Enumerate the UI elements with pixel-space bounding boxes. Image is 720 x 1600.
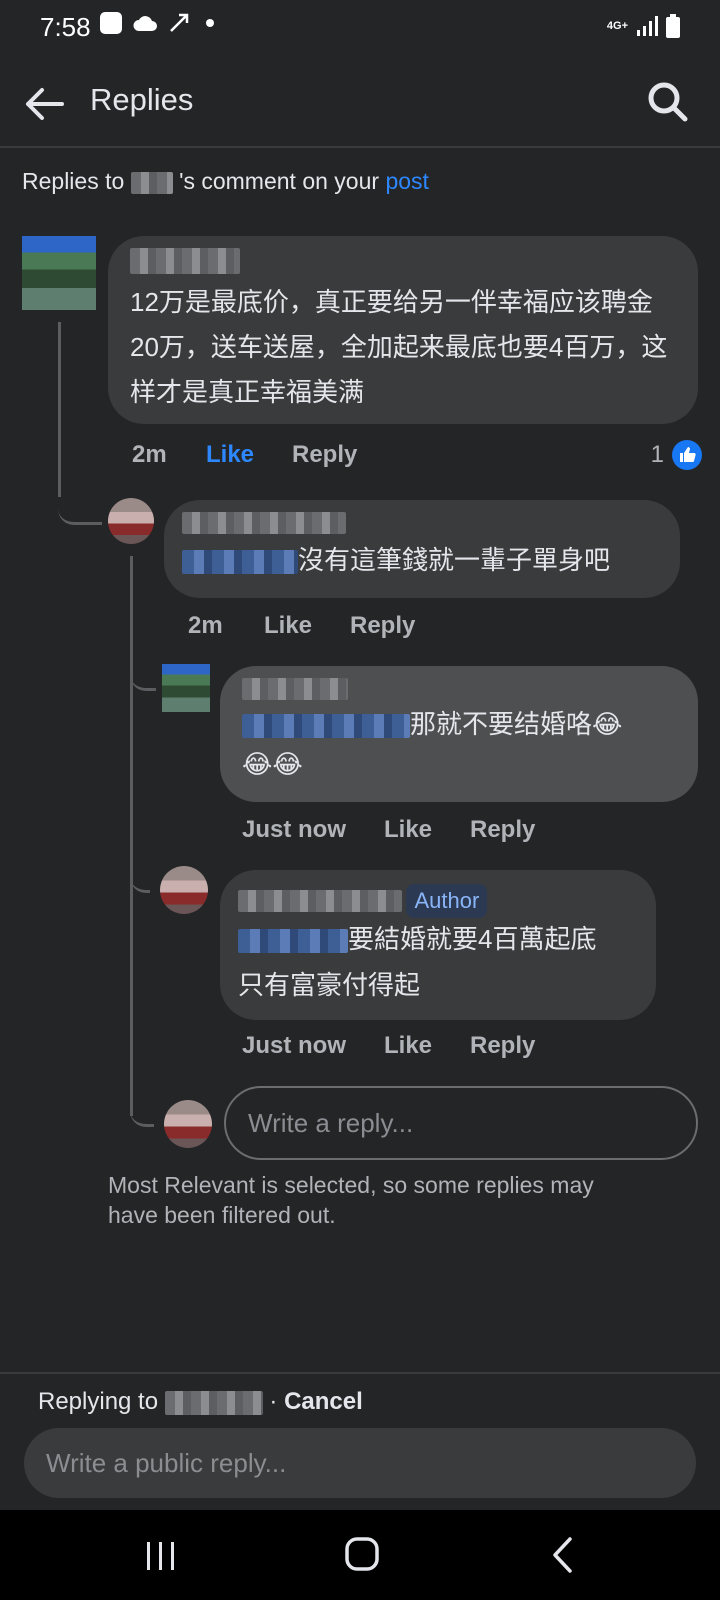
reply-button[interactable]: Reply — [292, 441, 357, 469]
comment-time: 2m — [188, 612, 223, 639]
comment-body-line2: 😂😂 — [242, 749, 303, 779]
dot-icon — [206, 19, 214, 27]
app-header: Replies — [0, 56, 720, 148]
network-type: 4G+ — [606, 20, 628, 32]
context-middle: 's comment on your — [179, 168, 380, 194]
redacted-mention — [238, 929, 348, 954]
comment-time: 2m — [132, 441, 167, 468]
author-badge: Author — [406, 884, 488, 918]
redacted-name — [242, 678, 348, 700]
battery-icon — [666, 14, 680, 38]
status-bar: 7:58 4G+ — [0, 0, 720, 56]
comment-bubble[interactable]: Author 要結婚就要4百萬起底 只有富豪付得起 — [220, 870, 656, 1020]
back-arrow-icon[interactable] — [22, 82, 66, 126]
avatar[interactable] — [108, 498, 154, 544]
redacted-name — [130, 248, 240, 274]
missed-call-icon — [170, 13, 189, 32]
avatar — [164, 1100, 212, 1148]
reply-button[interactable]: Reply — [350, 612, 415, 640]
separator: · — [269, 1388, 278, 1415]
comment-text: 那就不要结婚咯😂 😂😂 — [242, 704, 678, 784]
thread-elbow-2 — [130, 660, 156, 691]
redacted-name — [164, 1390, 263, 1415]
thread-elbow-1 — [58, 480, 102, 525]
thread-line-nested — [130, 556, 133, 1116]
thread-elbow-3 — [130, 862, 150, 893]
reply-button[interactable]: Reply — [470, 816, 535, 844]
status-time: 7:58 — [40, 12, 91, 42]
comment-bubble[interactable]: 沒有這筆錢就一輩子單身吧 — [164, 500, 680, 598]
system-nav-bar — [0, 1510, 720, 1600]
comment-time: Just now — [242, 1032, 347, 1059]
thread-elbow-4 — [130, 1094, 154, 1127]
commenter-name — [182, 512, 660, 538]
post-link[interactable]: post — [385, 168, 428, 194]
like-button[interactable]: Like — [384, 816, 470, 844]
redacted-mention — [242, 714, 410, 739]
replying-to-bar: Replying to · Cancel — [38, 1388, 363, 1416]
comment-actions: Just now Like Reply — [242, 816, 535, 844]
commenter-name — [242, 678, 678, 704]
comment-body: 要結婚就要4百萬起底 — [348, 924, 597, 954]
avatar[interactable] — [162, 664, 210, 712]
filter-note: Most Relevant is selected, so some repli… — [108, 1172, 594, 1228]
cloud-icon — [133, 16, 157, 31]
commenter-name — [130, 248, 676, 280]
comment-actions: 2m Like Reply 1 — [132, 440, 702, 470]
avatar[interactable] — [160, 866, 208, 914]
like-button[interactable]: Like — [384, 1032, 470, 1060]
redacted-mention — [182, 550, 298, 575]
reaction-count: 1 — [650, 441, 664, 468]
home-icon[interactable] — [344, 1536, 380, 1572]
redacted-name — [182, 512, 346, 534]
comment-bubble[interactable]: 12万是最底价，真正要给另一伴幸福应该聘金20万，送车送屋，全加起来最底也要4百… — [108, 236, 698, 424]
replies-context: Replies to 's comment on your post — [22, 168, 429, 195]
recent-apps-icon[interactable] — [144, 1540, 178, 1572]
back-nav-icon[interactable] — [550, 1536, 576, 1574]
replying-to-label: Replying to — [38, 1388, 159, 1415]
comment-body: 沒有這筆錢就一輩子單身吧 — [298, 545, 611, 575]
like-button[interactable]: Like — [206, 441, 292, 469]
footer-divider — [0, 1372, 720, 1374]
comment-body: 那就不要结婚咯😂 — [410, 709, 623, 739]
search-icon[interactable] — [644, 78, 690, 124]
comment-bubble[interactable]: 那就不要结婚咯😂 😂😂 — [220, 666, 698, 802]
like-button[interactable]: Like — [264, 612, 350, 640]
comment-text: 12万是最底价，真正要给另一伴幸福应该聘金20万，送车送屋，全加起来最底也要4百… — [130, 287, 668, 407]
reply-button[interactable]: Reply — [470, 1032, 535, 1060]
redacted-name — [238, 890, 402, 912]
app-notification-icon — [100, 12, 122, 34]
signal-icon — [637, 16, 658, 36]
avatar[interactable] — [22, 236, 96, 310]
like-reaction-icon[interactable] — [672, 440, 702, 470]
thread-reply-input[interactable]: Write a reply... — [224, 1086, 698, 1160]
context-prefix: Replies to — [22, 168, 125, 194]
thread-line-main — [58, 322, 61, 497]
cancel-button[interactable]: Cancel — [284, 1388, 363, 1415]
page-title: Replies — [90, 82, 194, 117]
comment-text: 要結婚就要4百萬起底 只有富豪付得起 — [238, 916, 636, 1008]
comment-actions: Just now Like Reply — [242, 1032, 535, 1060]
comment-time: Just now — [242, 816, 347, 843]
comment-text: 沒有這筆錢就一輩子單身吧 — [182, 538, 660, 582]
status-system-icons: 4G+ — [607, 14, 680, 38]
comment-actions: 2m Like Reply — [188, 612, 415, 640]
status-notification-icons — [100, 12, 214, 34]
commenter-name: Author — [238, 884, 636, 918]
public-reply-placeholder: Write a public reply... — [46, 1448, 287, 1478]
comment-body-line2: 只有富豪付得起 — [238, 970, 421, 1000]
public-reply-input[interactable]: Write a public reply... — [24, 1428, 696, 1498]
redacted-name — [130, 171, 173, 194]
thread-reply-placeholder: Write a reply... — [248, 1108, 414, 1138]
